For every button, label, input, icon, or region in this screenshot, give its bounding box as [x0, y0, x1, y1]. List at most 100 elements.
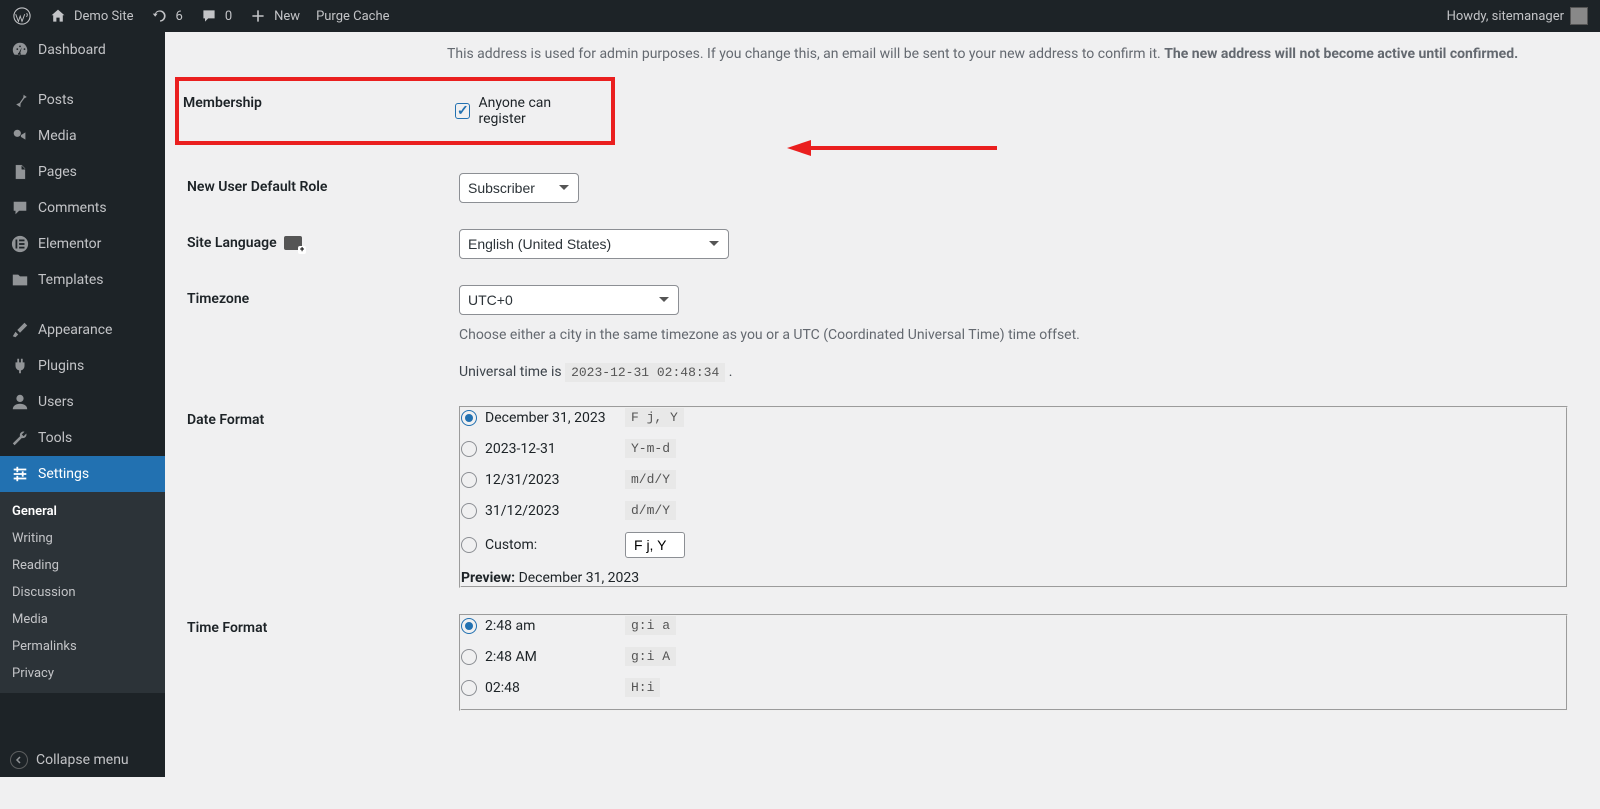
menu-pages[interactable]: Pages	[0, 154, 165, 190]
menu-label: Comments	[38, 200, 107, 216]
howdy-link[interactable]: Howdy, sitemanager	[1447, 7, 1588, 25]
dashboard-icon	[10, 40, 30, 60]
admin-sidebar: Dashboard Posts Media Pages Comments Ele…	[0, 32, 165, 777]
date-custom-input[interactable]	[625, 532, 685, 558]
menu-label: Plugins	[38, 358, 84, 374]
menu-elementor[interactable]: Elementor	[0, 226, 165, 262]
new-label: New	[274, 9, 300, 24]
submenu-writing[interactable]: Writing	[0, 525, 165, 552]
submenu-permalinks[interactable]: Permalinks	[0, 633, 165, 660]
timezone-select[interactable]: UTC+0	[459, 285, 679, 315]
site-language-select[interactable]: English (United States)	[459, 229, 729, 259]
membership-heading: Membership	[183, 95, 443, 127]
date-format-fieldset: December 31, 2023F j, Y 2023-12-31Y-m-d …	[459, 406, 1568, 588]
media-icon	[10, 126, 30, 146]
updates-link[interactable]: 6	[150, 6, 183, 26]
time-format-heading: Time Format	[187, 602, 447, 723]
date-option-2[interactable]: 2023-12-31Y-m-d	[461, 439, 1566, 458]
menu-media[interactable]: Media	[0, 118, 165, 154]
updates-count: 6	[176, 9, 183, 24]
avatar	[1570, 7, 1588, 25]
settings-page: This address is used for admin purposes.…	[165, 32, 1600, 725]
time-radio-1[interactable]	[461, 618, 477, 634]
settings-submenu: General Writing Reading Discussion Media…	[0, 492, 165, 693]
date-preview: Preview: December 31, 2023	[461, 570, 1566, 586]
menu-label: Users	[38, 394, 74, 410]
site-name-link[interactable]: Demo Site	[48, 6, 134, 26]
menu-comments[interactable]: Comments	[0, 190, 165, 226]
menu-label: Posts	[38, 92, 74, 108]
menu-appearance[interactable]: Appearance	[0, 312, 165, 348]
menu-tools[interactable]: Tools	[0, 420, 165, 456]
date-option-4[interactable]: 31/12/2023d/m/Y	[461, 501, 1566, 520]
new-link[interactable]: New	[248, 6, 300, 26]
membership-highlight: Membership Anyone can register	[175, 77, 615, 145]
collapse-label: Collapse menu	[36, 752, 129, 768]
menu-label: Pages	[38, 164, 77, 180]
translate-icon	[284, 236, 302, 250]
time-format-fieldset: 2:48 amg:i a 2:48 AMg:i A 02:48H:i	[459, 614, 1568, 711]
submenu-privacy[interactable]: Privacy	[0, 660, 165, 687]
site-language-heading: Site Language	[187, 217, 447, 271]
date-option-custom[interactable]: Custom:	[461, 532, 1566, 558]
pin-icon	[10, 90, 30, 110]
time-option-2[interactable]: 2:48 AMg:i A	[461, 647, 1566, 666]
brush-icon	[10, 320, 30, 340]
user-icon	[10, 392, 30, 412]
menu-posts[interactable]: Posts	[0, 82, 165, 118]
page-icon	[10, 162, 30, 182]
date-radio-custom[interactable]	[461, 537, 477, 553]
date-radio-4[interactable]	[461, 503, 477, 519]
menu-label: Templates	[38, 272, 104, 288]
submenu-general[interactable]: General	[0, 498, 165, 525]
date-option-3[interactable]: 12/31/2023m/d/Y	[461, 470, 1566, 489]
adminbar-comments-count: 0	[225, 9, 232, 24]
timezone-desc: Choose either a city in the same timezon…	[459, 325, 1568, 346]
folder-icon	[10, 270, 30, 290]
menu-templates[interactable]: Templates	[0, 262, 165, 298]
time-option-3[interactable]: 02:48H:i	[461, 678, 1566, 697]
menu-label: Elementor	[38, 236, 101, 252]
menu-label: Dashboard	[38, 42, 106, 58]
home-icon	[48, 6, 68, 26]
universal-time-code: 2023-12-31 02:48:34	[565, 363, 725, 382]
submenu-media[interactable]: Media	[0, 606, 165, 633]
date-radio-2[interactable]	[461, 441, 477, 457]
comment-icon	[10, 198, 30, 218]
universal-time: Universal time is 2023-12-31 02:48:34 .	[459, 364, 1568, 380]
purge-cache-link[interactable]: Purge Cache	[316, 9, 389, 24]
plus-icon	[248, 6, 268, 26]
menu-plugins[interactable]: Plugins	[0, 348, 165, 384]
menu-dashboard[interactable]: Dashboard	[0, 32, 165, 68]
membership-checkbox-label: Anyone can register	[478, 95, 597, 127]
menu-users[interactable]: Users	[0, 384, 165, 420]
date-radio-3[interactable]	[461, 472, 477, 488]
menu-label: Settings	[38, 466, 89, 482]
collapse-menu[interactable]: Collapse menu	[0, 743, 165, 777]
comments-link[interactable]: 0	[199, 6, 232, 26]
date-format-heading: Date Format	[187, 394, 447, 600]
membership-label[interactable]: Anyone can register	[455, 95, 597, 127]
submenu-reading[interactable]: Reading	[0, 552, 165, 579]
update-icon	[150, 6, 170, 26]
wp-logo[interactable]	[12, 6, 32, 26]
time-radio-3[interactable]	[461, 680, 477, 696]
time-option-1[interactable]: 2:48 amg:i a	[461, 616, 1566, 635]
purge-label: Purge Cache	[316, 9, 389, 24]
timezone-heading: Timezone	[187, 273, 447, 392]
membership-checkbox[interactable]	[455, 103, 470, 119]
date-option-1[interactable]: December 31, 2023F j, Y	[461, 408, 1566, 427]
menu-settings[interactable]: Settings	[0, 456, 165, 492]
time-radio-2[interactable]	[461, 649, 477, 665]
date-radio-1[interactable]	[461, 410, 477, 426]
admin-email-desc: This address is used for admin purposes.…	[185, 44, 1580, 73]
submenu-discussion[interactable]: Discussion	[0, 579, 165, 606]
elementor-icon	[10, 234, 30, 254]
default-role-heading: New User Default Role	[187, 161, 447, 215]
plug-icon	[10, 356, 30, 376]
menu-label: Appearance	[38, 322, 112, 338]
default-role-select[interactable]: Subscriber	[459, 173, 579, 203]
wrench-icon	[10, 428, 30, 448]
annotation-arrow	[787, 136, 1007, 160]
howdy-text: Howdy, sitemanager	[1447, 9, 1564, 24]
